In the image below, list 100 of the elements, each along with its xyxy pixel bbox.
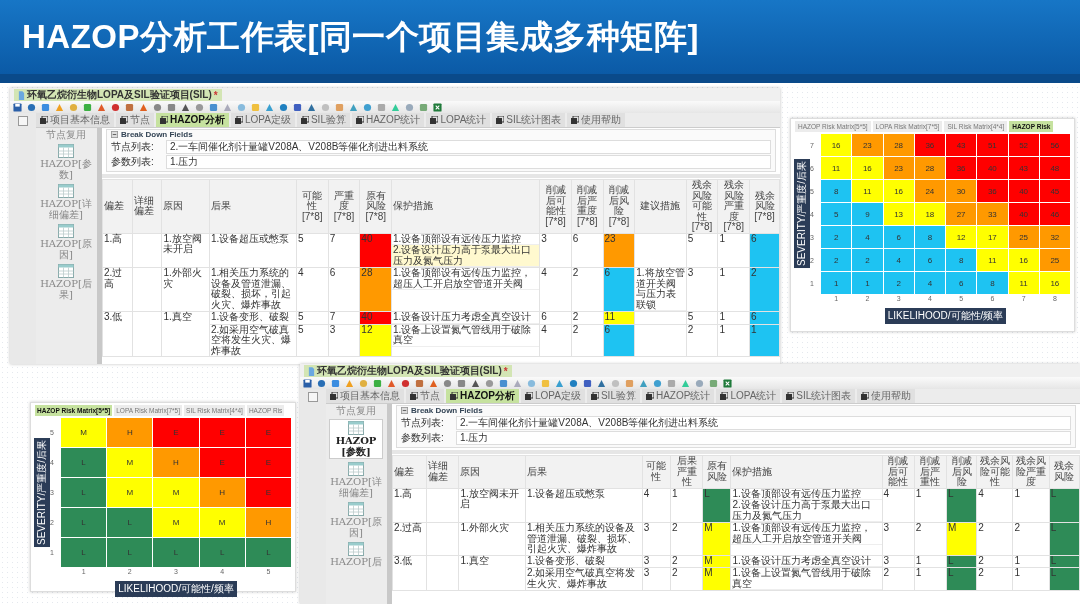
sidebar-item[interactable]: HAZOP[详细偏差] [40, 183, 92, 221]
window-icon [355, 116, 364, 124]
table-cell: 4 [882, 488, 915, 523]
matrix-cell: L [199, 538, 245, 567]
sidebar-item[interactable]: 节点复用 [330, 404, 382, 417]
column-header: 偏差 [392, 455, 427, 488]
table-cell: 2 [1012, 522, 1050, 555]
table-cell[interactable]: 2.设备设计压力高于泵最大出口压力及氮气压力 [392, 245, 540, 267]
column-header: 可能性[7*8] [296, 179, 329, 233]
table-cell[interactable]: 2.设备设计压力高于泵最大出口压力及氮气压力 [731, 500, 882, 522]
save-icon[interactable] [303, 378, 312, 388]
table-cell: 1.高 [392, 488, 427, 523]
matrix-cell: L [61, 538, 107, 567]
table-cell: 2 [670, 555, 703, 568]
collapse-icon[interactable] [18, 116, 28, 126]
tab[interactable]: 节点 [406, 389, 444, 403]
input-field[interactable]: 1.压力 [456, 431, 1071, 445]
table-cell: 2 [976, 522, 1013, 555]
tab[interactable]: LOPA统计 [426, 113, 491, 127]
table-cell[interactable]: 1.设备设计压力考虑全真空设计 [731, 555, 882, 567]
matrix-cell: L [61, 448, 107, 477]
sidebar-item[interactable]: HAZOP[后 [330, 541, 382, 568]
table-cell: 1 [717, 267, 750, 312]
tab[interactable]: SIL验算 [296, 113, 350, 127]
tab[interactable]: HAZOP统计 [641, 389, 715, 403]
table-cell: 2 [670, 567, 703, 591]
table-cell: 3 [642, 555, 671, 568]
modified-mark: * [503, 365, 508, 377]
tab[interactable]: 使用帮助 [857, 389, 916, 403]
matrix-cell: 36 [914, 134, 945, 156]
matrix-cell: E [199, 448, 245, 477]
sidebar-item[interactable]: 节点复用 [40, 128, 92, 141]
sidebar-item[interactable]: HAZOP[原因] [330, 501, 382, 539]
sidebar-item[interactable]: HAZOP[参数] [329, 419, 383, 459]
matrix-cell: 8 [946, 249, 977, 271]
matrix-cell: M [199, 508, 245, 537]
tab[interactable]: 项目基本信息 [36, 113, 114, 127]
matrix-cell: M [107, 478, 153, 507]
matrix-cell: 30 [946, 180, 977, 202]
collapse-icon[interactable] [308, 392, 318, 402]
window-icon [300, 116, 309, 124]
column-header: 残余风险严重度[7*8] [717, 179, 750, 233]
table-cell: 6 [328, 267, 360, 312]
tab[interactable]: SIL验算 [586, 389, 640, 403]
save-icon[interactable] [13, 102, 22, 112]
window-icon [720, 392, 729, 400]
tab[interactable]: LOPA统计 [716, 389, 781, 403]
column-header: 原因 [458, 455, 526, 488]
matrix-cell: 6 [883, 226, 914, 248]
document-tab[interactable]: 环氧乙烷衍生物LOPA及SIL验证项目(SIL) * [14, 89, 222, 101]
window-icon [645, 392, 654, 400]
table-cell: 7 [328, 233, 360, 268]
tab[interactable]: 节点 [116, 113, 154, 127]
table-cell: 1 [717, 324, 750, 357]
matrix-cell: 16 [1008, 249, 1039, 271]
matrix-cell: 36 [946, 157, 977, 179]
tab[interactable]: 使用帮助 [567, 113, 626, 127]
tab[interactable]: HAZOP分析 [446, 389, 519, 403]
table-cell: 5 [296, 311, 329, 324]
tab[interactable]: 项目基本信息 [326, 389, 404, 403]
tab[interactable]: SIL统计图表 [782, 389, 856, 403]
table-cell: 2 [571, 267, 604, 312]
matrix-cell: H [153, 448, 199, 477]
tab[interactable]: LOPA定级 [231, 113, 295, 127]
spreadsheet-icon[interactable] [723, 378, 732, 388]
table-cell[interactable]: 1.设备上设置氮气管线用于破除真空 [731, 568, 882, 590]
scrollbar[interactable] [387, 404, 392, 604]
collapse-icon[interactable] [111, 131, 118, 138]
sidebar-item[interactable]: HAZOP[参数] [40, 143, 92, 181]
table-cell: 4 [642, 488, 671, 523]
matrix-cell: 8 [821, 180, 852, 202]
tab[interactable]: LOPA定级 [521, 389, 585, 403]
table-cell[interactable]: 1.设备设计压力考虑全真空设计 [392, 312, 540, 324]
sidebar-item[interactable]: HAZOP[原因] [40, 223, 92, 261]
table-cell: 1 [717, 233, 750, 268]
matrix-cell: H [107, 418, 153, 447]
axis-label: SEVERITY/严重度/后果 [34, 438, 50, 547]
matrix-cell: E [199, 418, 245, 447]
matrix-cell: 16 [883, 180, 914, 202]
column-header: 残余风险可能性[7*8] [686, 179, 718, 233]
spreadsheet-icon[interactable] [433, 102, 442, 112]
matrix-cell: H [199, 478, 245, 507]
matrix-cell: 2 [852, 249, 883, 271]
tab[interactable]: HAZOP分析 [156, 113, 229, 127]
table-cell: 1.放空阀未开启 [458, 488, 526, 523]
input-field[interactable]: 2.一车间催化剂计量罐V208A、V208B等催化剂进出料系统 [166, 140, 771, 154]
collapse-icon[interactable] [401, 407, 408, 414]
sidebar-item[interactable]: HAZOP[详细偏差] [330, 461, 382, 499]
matrix-cell: M [153, 478, 199, 507]
sidebar-label: 节点复用 [46, 129, 86, 140]
sidebar-item[interactable]: HAZOP[后果] [40, 263, 92, 301]
input-field[interactable]: 2.一车间催化剂计量罐V208A、V208B等催化剂进出料系统 [456, 416, 1071, 430]
input-field[interactable]: 1.压力 [166, 155, 771, 169]
matrix-cell: 28 [914, 157, 945, 179]
scrollbar[interactable] [97, 128, 102, 364]
document-tab[interactable]: 环氧乙烷衍生物LOPA及SIL验证项目(SIL) * [304, 365, 512, 377]
table-cell[interactable]: 1.设备顶部设有远传压力监控 [731, 488, 882, 500]
tab[interactable]: HAZOP统计 [351, 113, 425, 127]
tab[interactable]: SIL统计图表 [492, 113, 566, 127]
matrix-cell: L [107, 538, 153, 567]
